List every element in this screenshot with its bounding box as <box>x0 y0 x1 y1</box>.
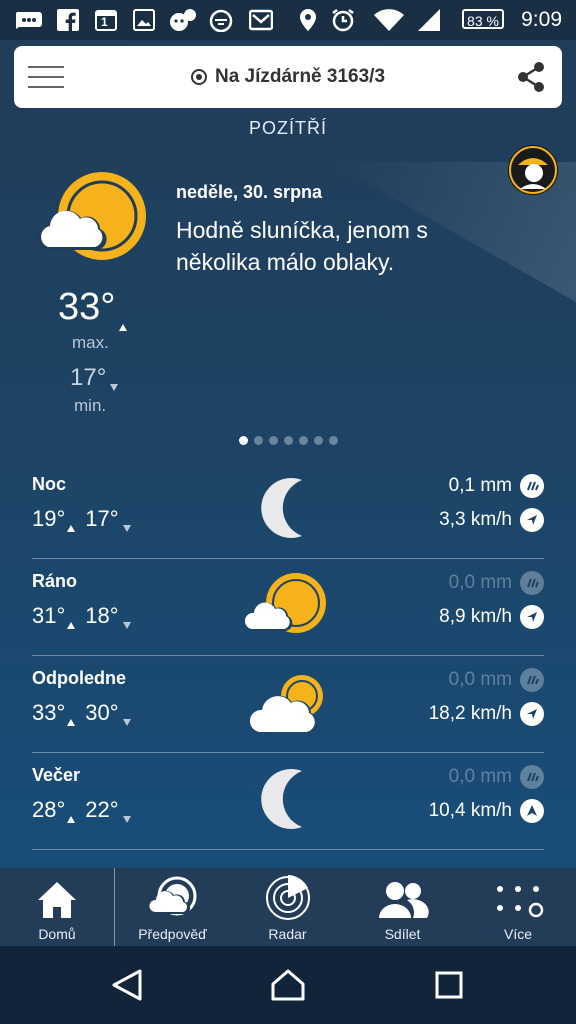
location-selector[interactable]: Na Jízdárně 3163/3 <box>14 46 562 108</box>
alarm-app-icon <box>208 8 234 32</box>
page-dot[interactable] <box>313 436 323 445</box>
mail-icon <box>248 8 274 32</box>
clock: 9:09 <box>521 8 562 31</box>
wind-speed: 10,4 km/h <box>429 799 544 823</box>
period-row-evening[interactable]: Večer 28° 22° 0,0 mm 10,4 km/h <box>32 753 544 850</box>
gallery-icon <box>132 8 156 32</box>
rain-amount: 0,0 mm <box>449 571 544 595</box>
home-icon <box>38 882 76 918</box>
period-row-night[interactable]: Noc 19° 17° 0,1 mm 3,3 km/h <box>32 462 544 559</box>
nav-more[interactable]: Více <box>460 868 576 946</box>
day-label: POZÍTŘÍ <box>249 118 327 138</box>
period-name: Večer <box>32 765 81 785</box>
more-dots-icon <box>497 886 544 918</box>
nav-home[interactable]: Domů <box>0 868 114 946</box>
period-row-morning[interactable]: Ráno 31° 18° 0,0 mm 8,9 km/h <box>32 559 544 656</box>
cloud-sun-icon <box>242 662 332 742</box>
min-label: min. <box>74 396 107 415</box>
moon-icon <box>242 759 332 839</box>
share-icon[interactable] <box>514 60 548 94</box>
period-temperatures: 28° 22° <box>32 797 131 823</box>
wind-direction-icon <box>520 799 544 823</box>
period-temperatures: 19° 17° <box>32 506 131 532</box>
rain-icon <box>520 474 544 498</box>
rain-icon <box>520 668 544 692</box>
page-dot[interactable] <box>238 436 248 445</box>
rain-amount: 0,0 mm <box>449 765 544 789</box>
period-name: Odpoledne <box>32 668 126 688</box>
wind-speed: 18,2 km/h <box>429 702 544 726</box>
max-label: max. <box>72 333 109 352</box>
nav-share-label: Sdílet <box>384 926 421 942</box>
signal-icon <box>416 8 442 32</box>
period-name: Ráno <box>32 571 77 591</box>
rain-icon <box>520 765 544 789</box>
nav-share[interactable]: Sdílet <box>345 868 460 946</box>
calendar-day: 1 <box>101 15 108 29</box>
wind-direction-icon <box>520 508 544 532</box>
wind-direction-icon <box>520 702 544 726</box>
max-temperature: 33° <box>58 286 128 331</box>
nav-forecast-label: Předpověď <box>138 926 207 942</box>
page-dot[interactable] <box>253 436 263 445</box>
system-navigation-bar <box>0 946 576 1024</box>
location-icon <box>298 8 318 32</box>
recents-icon[interactable] <box>434 970 464 1005</box>
period-temperatures: 33° 30° <box>32 700 131 726</box>
forecast-date: neděle, 30. srpna <box>176 182 323 202</box>
chat-bot-icon <box>168 8 198 32</box>
battery-indicator: 83 % <box>462 9 504 29</box>
calendar-icon: 1 <box>94 8 118 32</box>
rain-icon <box>520 571 544 595</box>
wind-direction-icon <box>520 605 544 629</box>
wind-speed: 3,3 km/h <box>439 508 544 532</box>
messages-icon <box>14 8 44 32</box>
bottom-navigation: Domů Předpověď Radar Sdílet Více <box>0 868 576 946</box>
nav-more-label: Více <box>503 926 532 942</box>
home-button-icon[interactable] <box>270 968 306 1007</box>
min-temperature: 17° <box>70 364 119 392</box>
forecast-icon <box>147 876 196 916</box>
users-icon <box>378 882 429 918</box>
page-indicator[interactable] <box>0 436 576 445</box>
status-bar: 1 83 % 9:09 <box>0 0 576 40</box>
nav-home-label: Domů <box>38 926 76 942</box>
page-dot[interactable] <box>298 436 308 445</box>
moon-icon <box>242 468 332 548</box>
page-dot[interactable] <box>268 436 278 445</box>
sun-cloud-icon <box>34 170 150 264</box>
rain-amount: 0,1 mm <box>449 474 544 498</box>
mascot-avatar[interactable] <box>508 145 558 195</box>
nav-radar-label: Radar <box>268 926 307 942</box>
forecast-description: Hodně sluníčka, jenom s několika málo ob… <box>176 217 428 275</box>
wind-speed: 8,9 km/h <box>439 605 544 629</box>
radar-icon <box>265 875 310 920</box>
page-dot[interactable] <box>283 436 293 445</box>
wifi-icon <box>372 8 406 32</box>
facebook-icon <box>56 8 80 32</box>
location-name: Na Jízdárně 3163/3 <box>214 66 386 87</box>
back-icon[interactable] <box>110 968 144 1007</box>
location-target-icon <box>190 69 207 85</box>
period-row-afternoon[interactable]: Odpoledne 33° 30° 0,0 mm 18,2 km/h <box>32 656 544 753</box>
sun-cloud-icon <box>242 565 332 645</box>
page-dot[interactable] <box>328 436 338 445</box>
period-temperatures: 31° 18° <box>32 603 131 629</box>
rain-amount: 0,0 mm <box>449 668 544 692</box>
period-name: Noc <box>32 474 67 494</box>
nav-radar[interactable]: Radar <box>230 868 345 946</box>
location-bar: Na Jízdárně 3163/3 <box>14 46 562 108</box>
nav-forecast[interactable]: Předpověď <box>115 868 230 946</box>
alarm-clock-icon <box>330 8 356 32</box>
